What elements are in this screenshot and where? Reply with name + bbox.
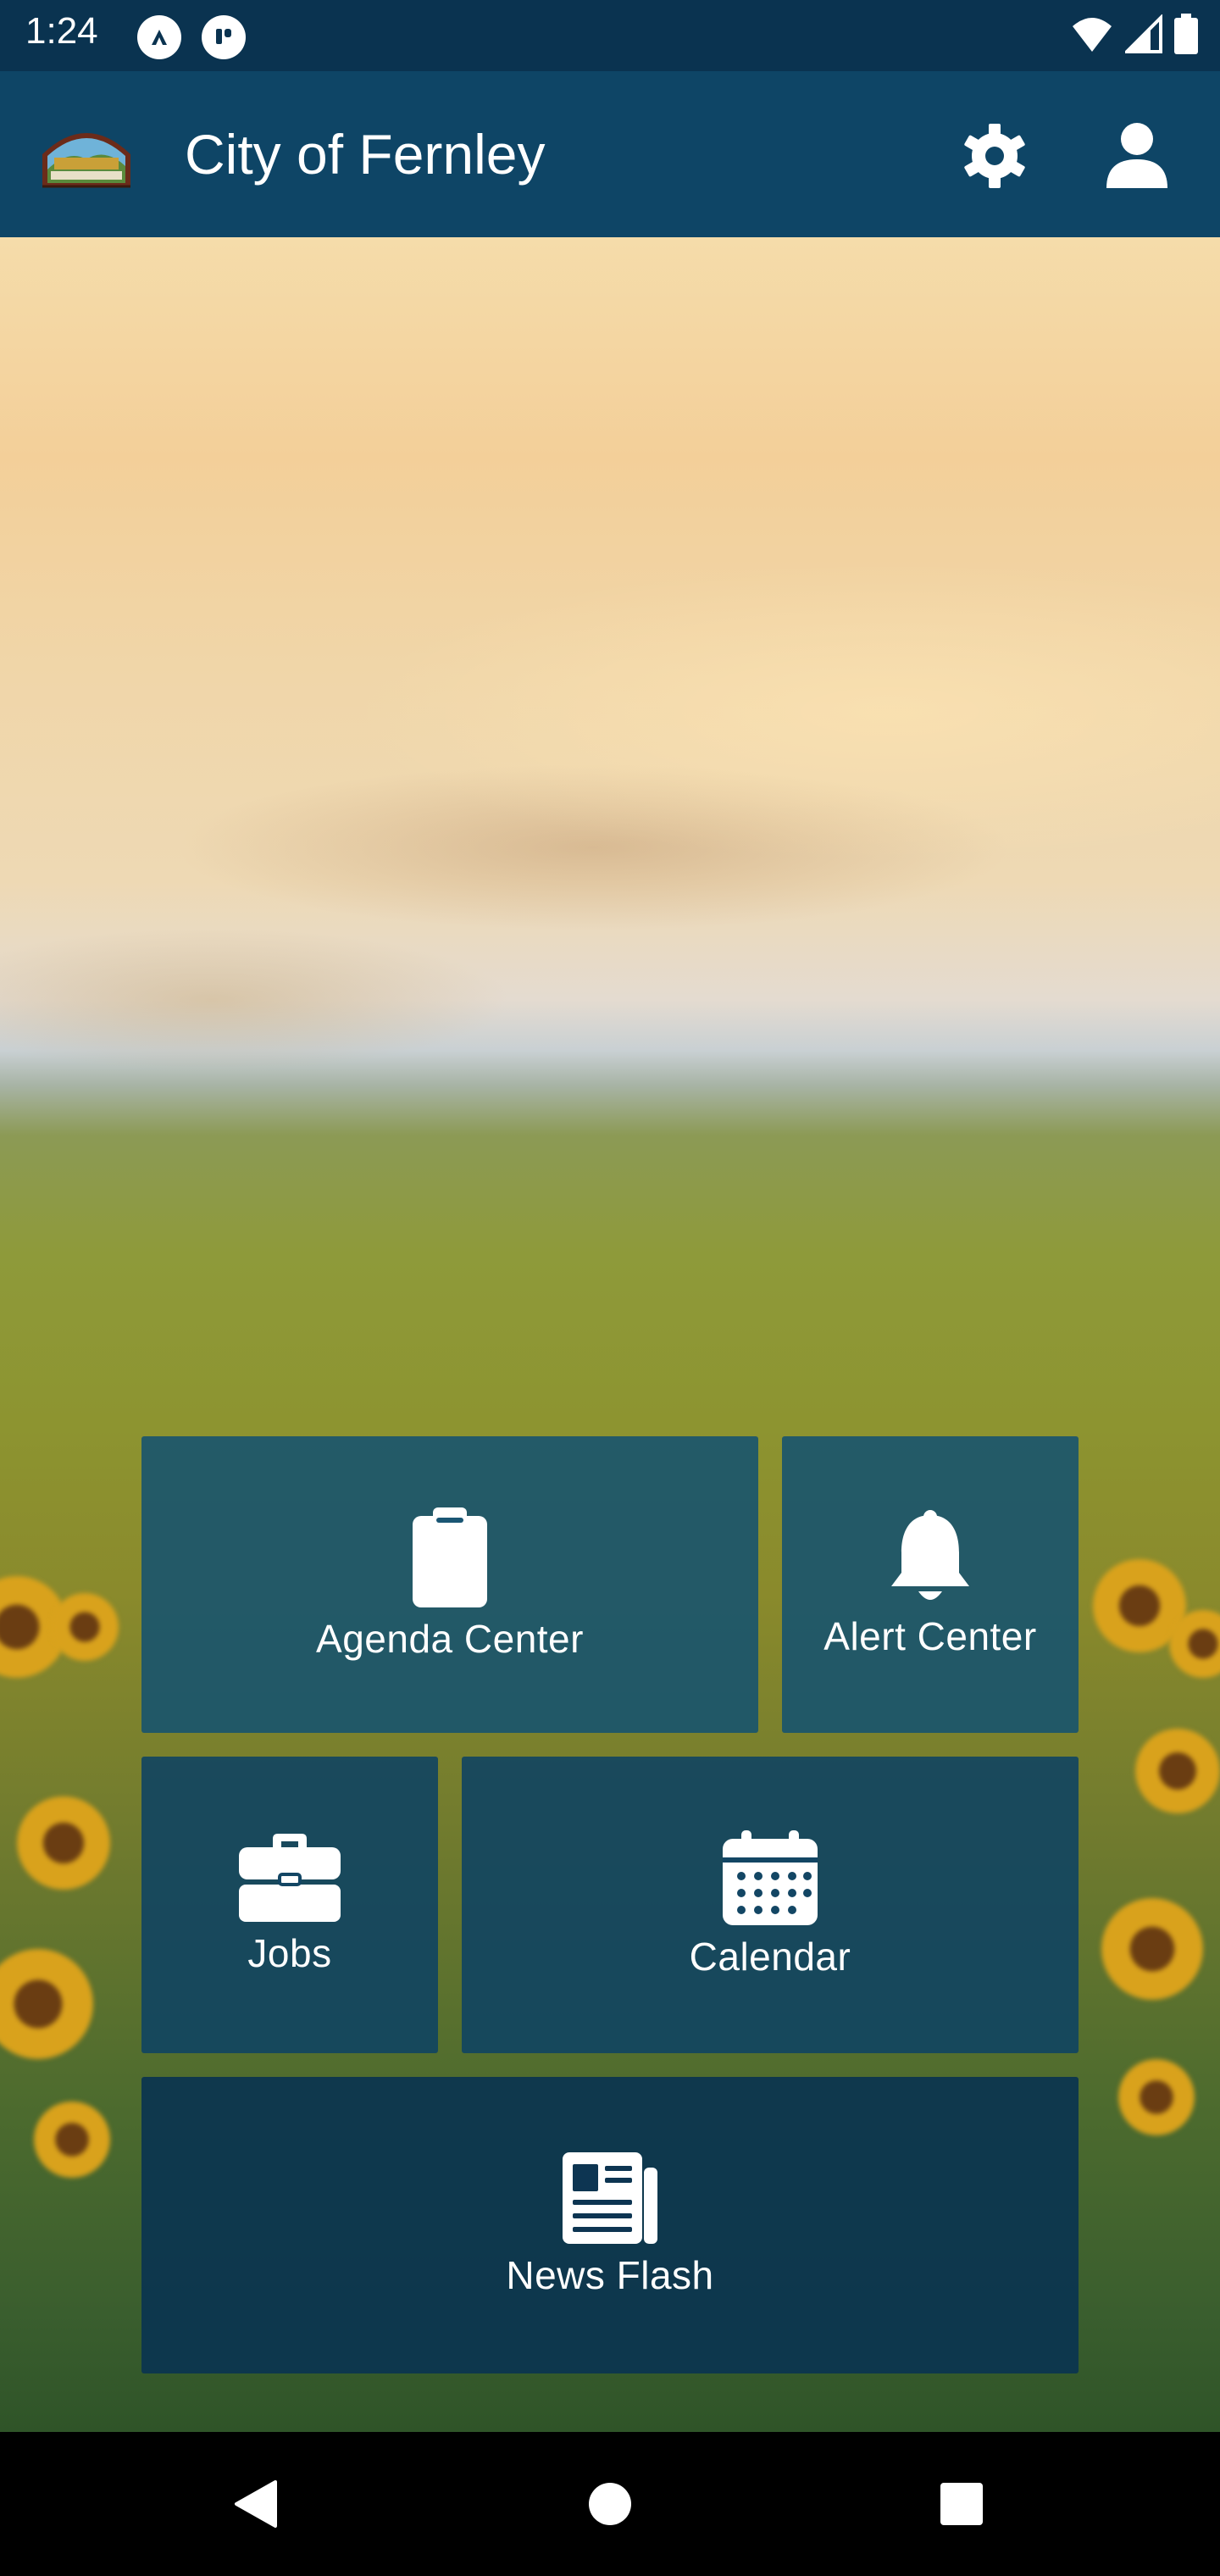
home-button[interactable] <box>572 2466 648 2542</box>
agenda-center-tile[interactable]: Agenda Center <box>141 1436 758 1733</box>
tile-label: News Flash <box>506 2253 714 2297</box>
clipboard-icon <box>413 1507 487 1607</box>
gear-icon <box>964 124 1025 188</box>
app-notification-icon <box>137 15 181 59</box>
person-icon <box>1106 123 1167 188</box>
tile-label: Agenda Center <box>316 1617 584 1661</box>
settings-button[interactable] <box>954 115 1035 197</box>
app-title: City of Fernley <box>185 123 546 186</box>
news-flash-tile[interactable]: News Flash <box>141 2077 1079 2373</box>
battery-icon <box>1174 14 1198 54</box>
newspaper-icon <box>563 2152 657 2244</box>
status-bar: 1:24 <box>0 0 1220 71</box>
app-bar: City of Fernley <box>0 71 1220 237</box>
status-time: 1:24 <box>25 10 98 52</box>
home-icon <box>589 2483 631 2525</box>
back-icon <box>235 2480 277 2528</box>
profile-button[interactable] <box>1096 115 1178 197</box>
tile-label: Calendar <box>689 1935 851 1979</box>
briefcase-icon <box>239 1834 341 1922</box>
jobs-tile[interactable]: Jobs <box>141 1757 438 2053</box>
bell-icon <box>891 1510 969 1600</box>
cell-signal-icon <box>1125 14 1162 53</box>
back-button[interactable] <box>217 2466 293 2542</box>
tile-label: Alert Center <box>824 1614 1037 1658</box>
alert-center-tile[interactable]: Alert Center <box>782 1436 1079 1733</box>
tile-label: Jobs <box>247 1931 332 1975</box>
wifi-icon <box>1073 18 1112 52</box>
calendar-icon <box>723 1830 818 1925</box>
recents-button[interactable] <box>923 2466 1000 2542</box>
notification-icon <box>202 15 246 59</box>
navigation-bar <box>0 2432 1220 2576</box>
calendar-tile[interactable]: Calendar <box>462 1757 1079 2053</box>
recents-icon <box>940 2483 983 2525</box>
city-logo <box>39 119 134 190</box>
